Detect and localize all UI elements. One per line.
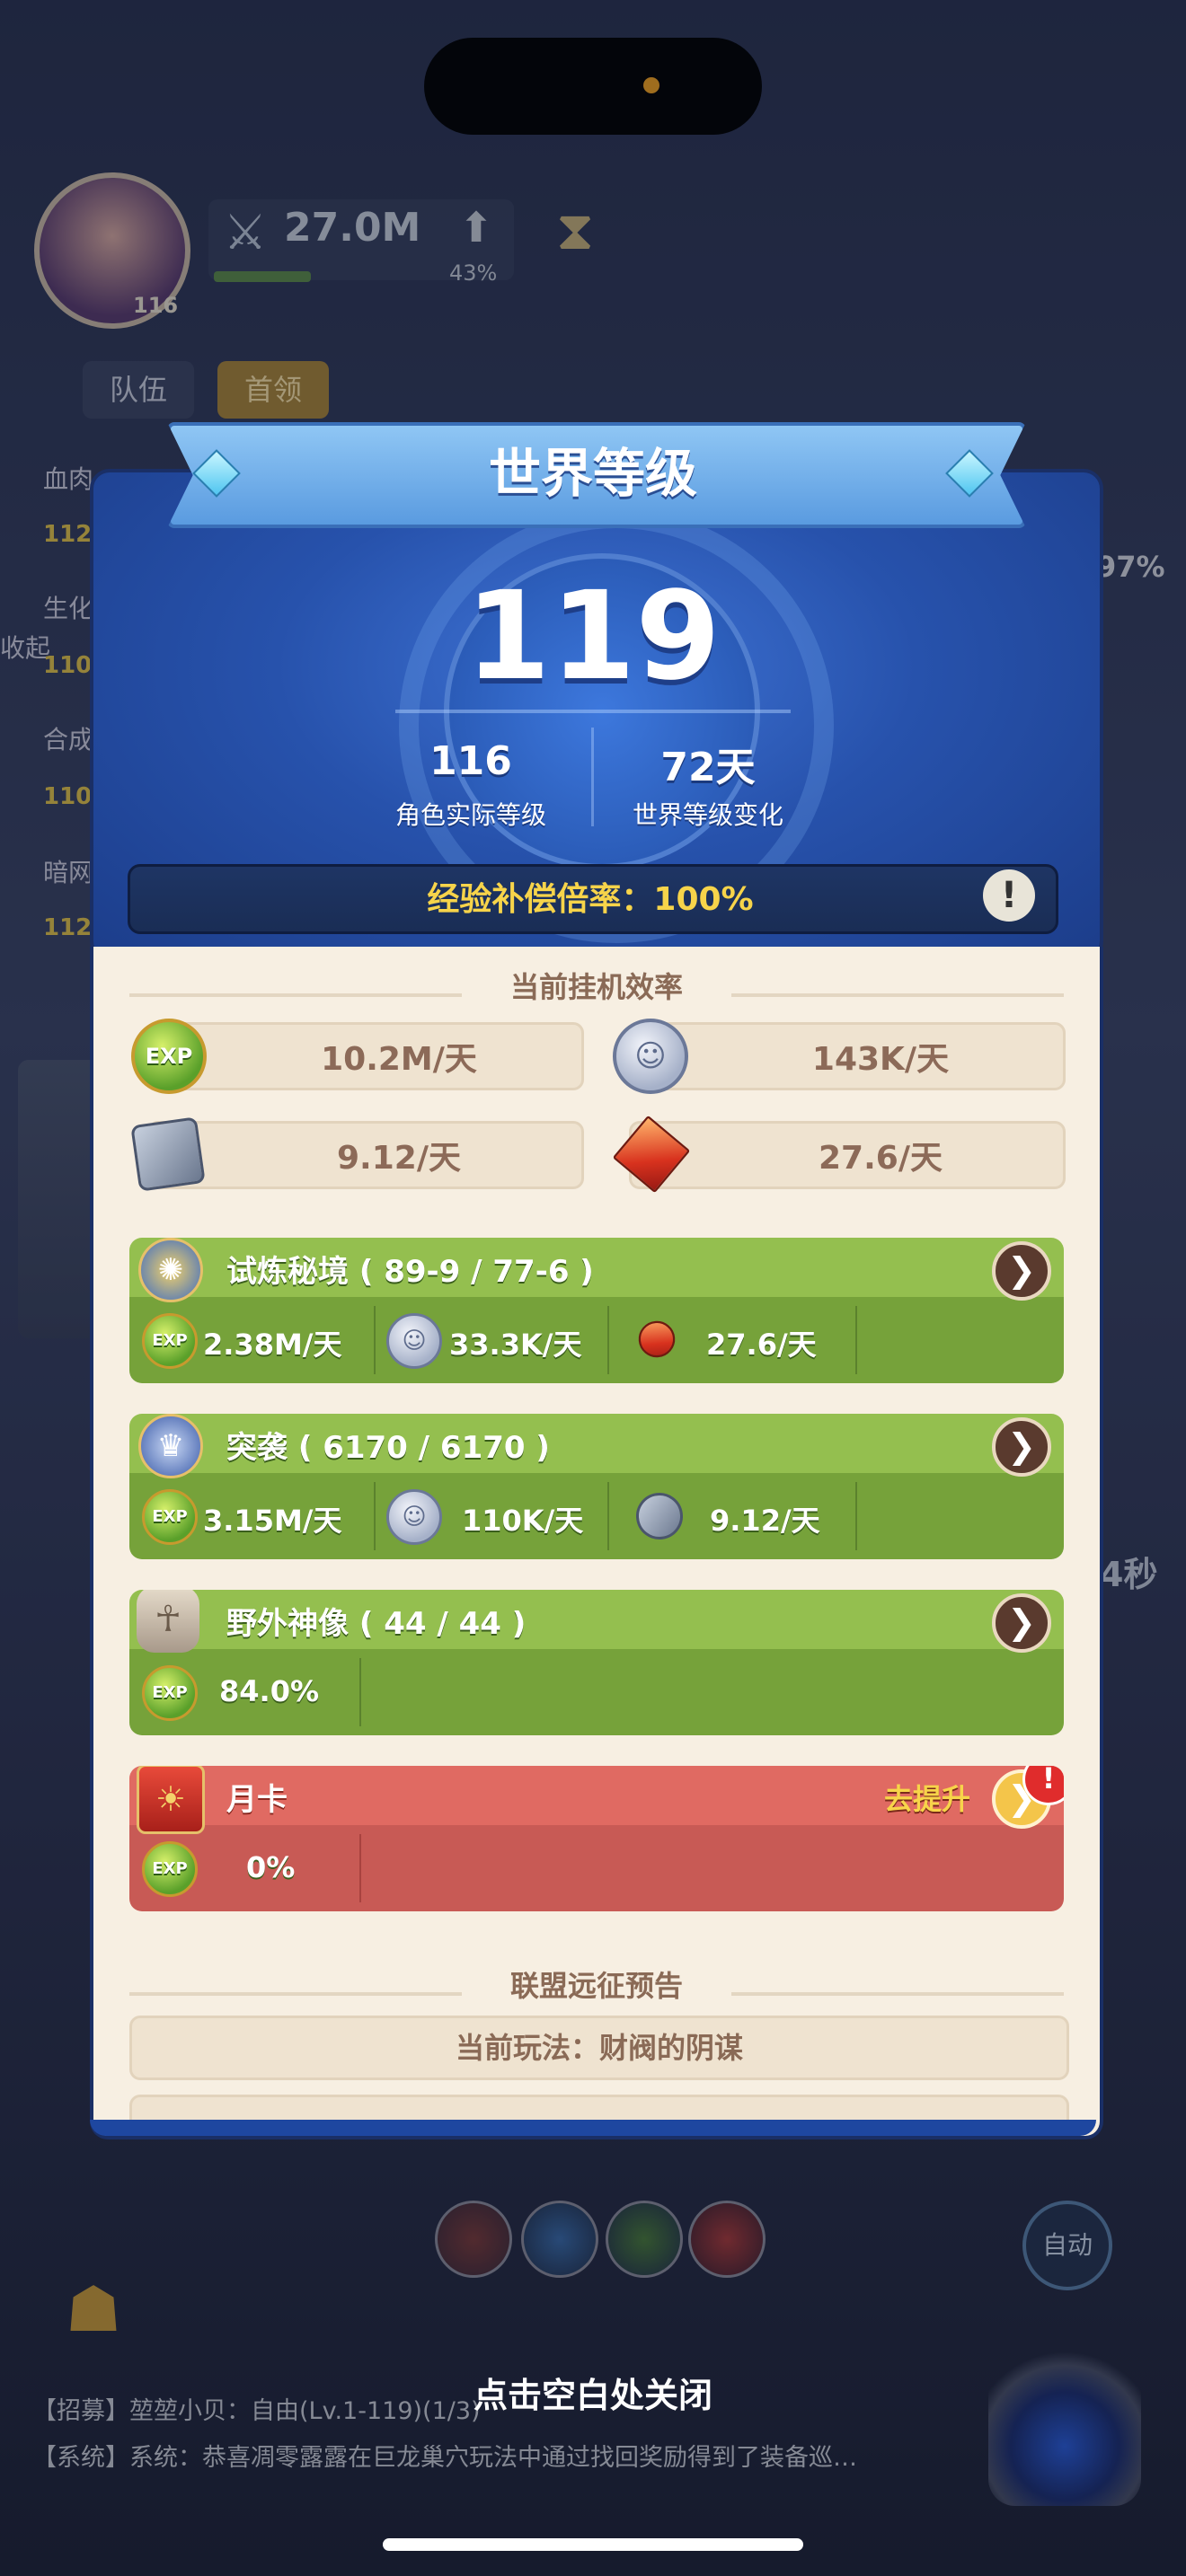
exp-icon: EXP [142, 1841, 198, 1897]
chevron-right-icon[interactable]: ❯ [992, 1593, 1051, 1653]
raid-stone: 9.12/天 [710, 1504, 820, 1538]
divider [359, 1658, 361, 1726]
monthly-title: 月卡 [226, 1782, 288, 1818]
alliance-title: 联盟远征预告 [509, 1969, 683, 2003]
raid-exp: 3.15M/天 [203, 1504, 342, 1538]
efficiency-crystal-value: 27.6/天 [819, 1140, 943, 1177]
upgrade-link[interactable]: 去提升 [884, 1777, 970, 1818]
exp-icon: EXP [142, 1489, 198, 1545]
statue-exp: 84.0% [219, 1674, 320, 1708]
monthly-card[interactable]: ☀ 月卡 去提升 ❯ ! EXP 0% [129, 1766, 1064, 1911]
coin-icon: ☺ [386, 1489, 442, 1545]
raid-coin: 110K/天 [462, 1504, 584, 1538]
statue-title: 野外神像 ( 44 / 44 ) [226, 1606, 527, 1642]
efficiency-exp-value: 10.2M/天 [321, 1041, 477, 1078]
efficiency-coin-value: 143K/天 [811, 1041, 950, 1078]
exp-icon: EXP [142, 1313, 198, 1369]
trial-coin: 33.3K/天 [449, 1328, 582, 1362]
chevron-right-icon[interactable]: ❯ [992, 1417, 1051, 1477]
trial-crystal: 27.6/天 [706, 1328, 817, 1362]
trial-title: 试炼秘境 ( 89-9 / 77-6 ) [226, 1254, 594, 1290]
raid-crest-icon: ♛ [138, 1414, 203, 1478]
close-hint[interactable]: 点击空白处关闭 [0, 2368, 1186, 2417]
actual-level-label: 角色实际等级 [394, 800, 546, 830]
exp-icon: EXP [131, 1019, 207, 1094]
chevron-right-icon[interactable]: ❯ [992, 1241, 1051, 1301]
divider [607, 1482, 609, 1550]
efficiency-title: 当前挂机效率 [509, 970, 683, 1004]
world-level-value: 119 [465, 566, 721, 708]
dialog-title: 世界等级 [488, 443, 697, 504]
dialog-body: 当前挂机效率 EXP 10.2M/天 ☺ 143K/天 9.12/天 27.6/… [90, 947, 1103, 2139]
raid-title: 突袭 ( 6170 / 6170 ) [226, 1430, 550, 1466]
divider [374, 1482, 376, 1550]
trial-card[interactable]: ✺ 试炼秘境 ( 89-9 / 77-6 ) ❯ EXP 2.38M/天 ☺ 3… [129, 1238, 1064, 1383]
info-icon[interactable]: ! [983, 869, 1035, 922]
compensation-text: 经验补偿倍率：100% [427, 881, 754, 918]
statue-icon: ☥ [137, 1590, 199, 1653]
divider [395, 710, 791, 713]
home-indicator[interactable] [383, 2538, 803, 2551]
monthly-exp: 0% [246, 1850, 296, 1884]
coin-icon: ☺ [613, 1019, 688, 1094]
coin-icon: ☺ [386, 1313, 442, 1369]
statue-card[interactable]: ☥ 野外神像 ( 44 / 44 ) ❯ EXP 84.0% [129, 1590, 1064, 1735]
level-change-label: 世界等级变化 [632, 800, 783, 830]
divider [374, 1306, 376, 1374]
divider [359, 1834, 361, 1902]
alliance-current: 当前玩法：财阀的阴谋 [129, 2016, 1069, 2080]
efficiency-stone-value: 9.12/天 [337, 1140, 461, 1177]
divider [607, 1306, 609, 1374]
trial-exp: 2.38M/天 [203, 1328, 342, 1362]
trial-emblem-icon: ✺ [138, 1238, 203, 1302]
exp-icon: EXP [142, 1665, 198, 1721]
divider [855, 1306, 857, 1374]
raid-card[interactable]: ♛ 突袭 ( 6170 / 6170 ) ❯ EXP 3.15M/天 ☺ 110… [129, 1414, 1064, 1559]
dialog-bottom-edge [90, 2120, 1096, 2136]
monthly-card-icon: ☀ [137, 1766, 205, 1834]
actual-level-value: 116 [429, 738, 512, 784]
stone-icon [130, 1116, 206, 1192]
level-change-value: 72天 [660, 745, 756, 790]
divider [855, 1482, 857, 1550]
